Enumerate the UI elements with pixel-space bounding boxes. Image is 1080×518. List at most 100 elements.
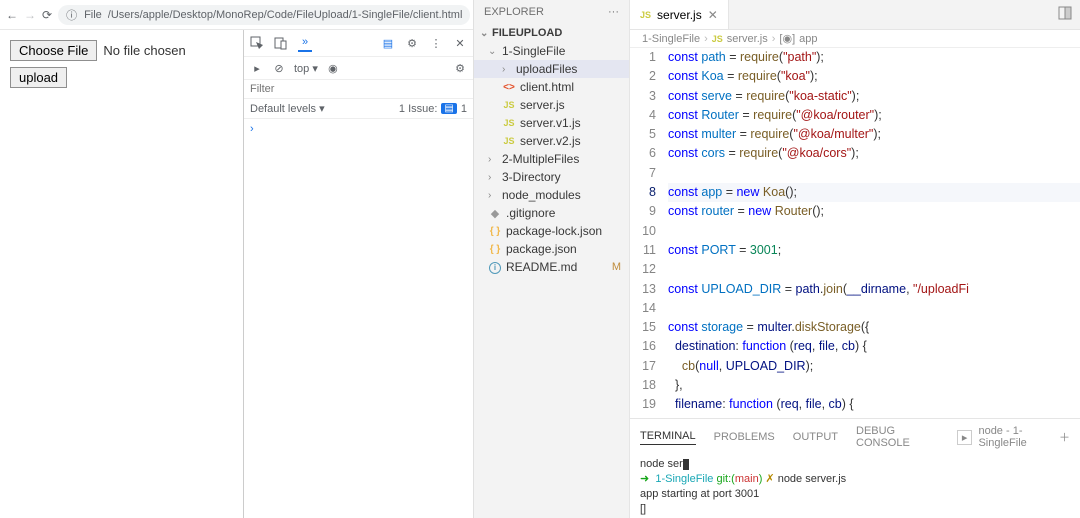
browser-pane: ← → ⟳ ⓘ File /Users/apple/Desktop/MonoRe… — [0, 0, 474, 518]
devtools-more-tabs[interactable]: » — [298, 34, 312, 52]
crumb-folder[interactable]: 1-SingleFile — [642, 33, 700, 45]
item-label: uploadFiles — [516, 62, 577, 76]
item-label: 2-MultipleFiles — [502, 152, 579, 166]
file-item[interactable]: <>client.html — [474, 78, 629, 96]
chevron-right-icon: › — [488, 154, 498, 165]
issues-indicator[interactable]: 1 Issue: ▤ 1 — [399, 103, 467, 115]
forward-icon[interactable]: → — [24, 8, 36, 22]
item-label: README.md — [506, 260, 577, 274]
editor-actions[interactable] — [1058, 6, 1080, 23]
log-levels-dropdown[interactable]: Default levels ▾ — [250, 102, 325, 115]
js-icon: JS — [502, 100, 516, 110]
item-label: node_modules — [502, 188, 581, 202]
folder-item[interactable]: › uploadFiles — [474, 60, 629, 78]
shell-selector[interactable]: ▸ — [957, 430, 973, 445]
back-icon[interactable]: ← — [6, 8, 18, 22]
item-label: package-lock.json — [506, 224, 602, 238]
item-label: server.v1.js — [520, 116, 581, 130]
code-editor[interactable]: 12345678910111213141516171819 const path… — [630, 48, 1080, 418]
file-icon: ⓘ — [66, 7, 78, 23]
html-icon: <> — [502, 82, 516, 93]
explorer-title: EXPLORER — [484, 6, 544, 18]
url-prefix: File — [84, 9, 102, 21]
symbol-icon: [◉] — [779, 32, 795, 45]
explorer-more-icon[interactable]: ··· — [608, 6, 619, 18]
url-box[interactable]: ⓘ File /Users/apple/Desktop/MonoRep/Code… — [58, 5, 470, 25]
terminal-tab[interactable]: OUTPUT — [793, 431, 838, 443]
folder-item[interactable]: › 2-MultipleFiles — [474, 150, 629, 168]
no-file-label: No file chosen — [103, 43, 185, 58]
chevron-down-icon: ⌄ — [480, 28, 490, 39]
console-issues-icon[interactable]: ▤ — [381, 36, 395, 50]
chevron-right-icon: › — [704, 33, 708, 45]
item-label: .gitignore — [506, 206, 555, 220]
gear-icon[interactable]: ⚙ — [405, 36, 419, 50]
file-item[interactable]: JS server.js — [474, 96, 629, 114]
crumb-symbol[interactable]: app — [799, 33, 817, 45]
issues-label: 1 Issue: — [399, 103, 438, 115]
editor-area: JS server.js ✕ 1-SingleFile › JS server.… — [630, 0, 1080, 518]
close-icon[interactable]: ✕ — [708, 8, 718, 22]
info-icon: i — [488, 261, 502, 274]
terminal-tab[interactable]: TERMINAL — [640, 430, 696, 445]
terminal-panel: TERMINAL PROBLEMS OUTPUT DEBUG CONSOLE ▸ node… — [630, 418, 1080, 518]
modified-badge: M — [612, 261, 625, 273]
js-icon: JS — [712, 34, 723, 44]
context-selector[interactable]: top ▾ — [294, 62, 318, 75]
chevron-right-icon: › — [488, 190, 498, 201]
issues-count: 1 — [461, 103, 467, 115]
tab-server-js[interactable]: JS server.js ✕ — [630, 0, 729, 29]
item-label: 1-SingleFile — [502, 44, 565, 58]
file-item[interactable]: { } package-lock.json — [474, 222, 629, 240]
terminal-tab[interactable]: PROBLEMS — [714, 431, 775, 443]
folder-item[interactable]: ⌄ 1-SingleFile — [474, 42, 629, 60]
console-prompt[interactable]: › — [244, 119, 473, 139]
play-icon[interactable]: ▸ — [250, 61, 264, 75]
crumb-file[interactable]: server.js — [727, 33, 768, 45]
issue-badge-icon: ▤ — [441, 103, 456, 114]
terminal-tab[interactable]: DEBUG CONSOLE — [856, 425, 939, 449]
json-icon: { } — [488, 226, 502, 237]
chevron-right-icon: › — [502, 64, 512, 75]
inspect-icon[interactable] — [250, 36, 264, 50]
item-label: server.js — [520, 98, 565, 112]
explorer-sidebar: EXPLORER ··· ⌄ FILEUPLOAD ⌄ 1-SingleFile ›… — [474, 0, 630, 518]
item-label: package.json — [506, 242, 577, 256]
file-item[interactable]: JSserver.v1.js — [474, 114, 629, 132]
chevron-down-icon: ⌄ — [488, 46, 498, 57]
file-item[interactable]: { } package.json — [474, 240, 629, 258]
clear-icon[interactable]: ⊘ — [272, 61, 286, 75]
add-terminal-icon[interactable]: ＋ — [1059, 429, 1070, 445]
address-bar: ← → ⟳ ⓘ File /Users/apple/Desktop/MonoRe… — [0, 0, 473, 30]
editor-tabs: JS server.js ✕ — [630, 0, 1080, 30]
item-label: 3-Directory — [502, 170, 561, 184]
reload-icon[interactable]: ⟳ — [42, 8, 52, 22]
breadcrumb[interactable]: 1-SingleFile › JS server.js › [◉] app — [630, 30, 1080, 48]
folder-item[interactable]: › node_modules — [474, 186, 629, 204]
eye-icon[interactable]: ◉ — [326, 61, 340, 75]
root-label: FILEUPLOAD — [492, 27, 562, 39]
url-path: /Users/apple/Desktop/MonoRep/Code/FileUp… — [108, 9, 463, 21]
device-icon[interactable] — [274, 36, 288, 50]
page-content: Choose File No file chosen upload — [0, 30, 243, 518]
file-item[interactable]: ◆ .gitignore — [474, 204, 629, 222]
git-icon: ◆ — [488, 207, 502, 220]
chevron-right-icon: › — [772, 33, 776, 45]
close-icon[interactable]: ✕ — [453, 36, 467, 50]
folder-item[interactable]: › 3-Directory — [474, 168, 629, 186]
choose-file-button[interactable]: Choose File — [10, 40, 97, 61]
file-item[interactable]: JSserver.v2.js — [474, 132, 629, 150]
explorer-root[interactable]: ⌄ FILEUPLOAD — [474, 24, 629, 42]
kebab-icon[interactable]: ⋮ — [429, 36, 443, 50]
js-icon: JS — [640, 10, 651, 20]
upload-button[interactable]: upload — [10, 67, 67, 88]
file-item[interactable]: i README.md M — [474, 258, 629, 276]
vscode-pane: EXPLORER ··· ⌄ FILEUPLOAD ⌄ 1-SingleFile ›… — [474, 0, 1080, 518]
devtools-panel: » ▤ ⚙ ⋮ ✕ ▸ ⊘ top ▾ ◉ ⚙ — [243, 30, 473, 518]
terminal-tabs: TERMINALPROBLEMSOUTPUTDEBUG CONSOLE▸node… — [630, 419, 1080, 455]
json-icon: { } — [488, 244, 502, 255]
gear-icon[interactable]: ⚙ — [453, 61, 467, 75]
filter-input[interactable] — [244, 80, 473, 98]
chevron-right-icon: › — [488, 172, 498, 183]
terminal-output[interactable]: node ser➜ 1-SingleFile git:(main) ✗ node… — [630, 455, 1080, 518]
